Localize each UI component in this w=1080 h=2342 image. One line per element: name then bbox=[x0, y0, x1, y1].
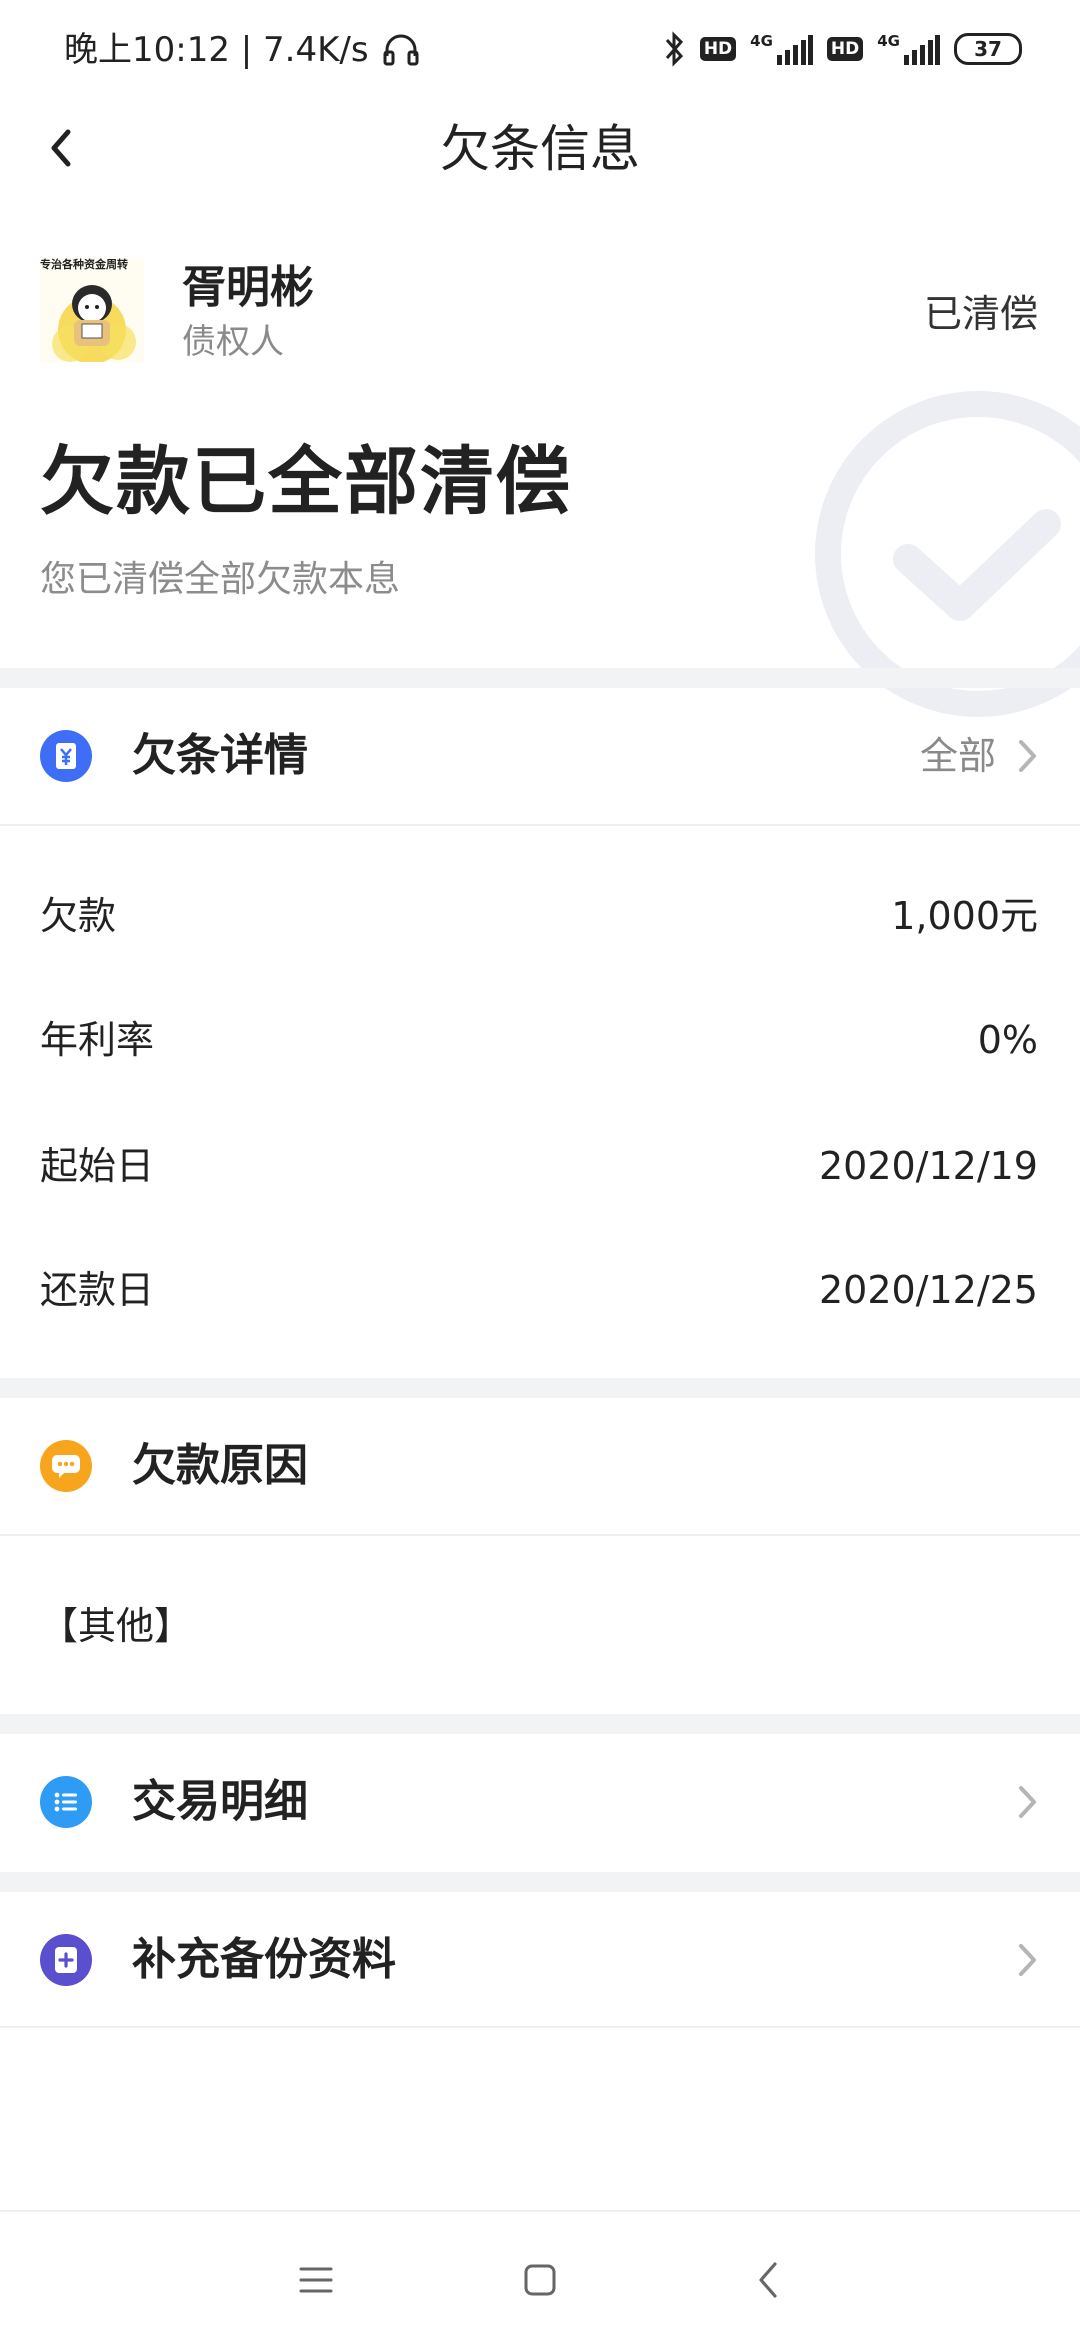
detail-row-label: 欠款 bbox=[40, 894, 117, 938]
hd-badge: HD bbox=[826, 37, 864, 61]
chevron-left-icon bbox=[759, 2262, 777, 2298]
chat-bubble-icon bbox=[40, 1440, 92, 1492]
detail-row-value: 2020/12/25 bbox=[818, 1268, 1038, 1312]
detail-row-value: 0% bbox=[977, 1018, 1038, 1062]
details-header[interactable]: 欠条详情 全部 bbox=[0, 690, 1080, 822]
divider bbox=[0, 1534, 1080, 1536]
creditor-name: 胥明彬 bbox=[182, 262, 314, 313]
transactions-title: 交易明细 bbox=[132, 1776, 308, 1827]
hd-badge: HD bbox=[699, 37, 737, 61]
settled-title: 欠款已全部清偿 bbox=[40, 439, 572, 525]
chevron-right-icon bbox=[1019, 1786, 1036, 1818]
detail-row-label: 年利率 bbox=[40, 1018, 155, 1062]
menu-button[interactable] bbox=[286, 2250, 346, 2310]
settled-subtitle: 您已清偿全部欠款本息 bbox=[40, 559, 401, 600]
avatar-caption: 专治各种资金周转 bbox=[40, 258, 128, 271]
signal-icon: 4G bbox=[877, 31, 940, 65]
chevron-right-icon bbox=[1019, 1944, 1036, 1976]
section-gap bbox=[0, 1714, 1080, 1734]
section-gap bbox=[0, 668, 1080, 688]
transactions-row[interactable]: 交易明细 bbox=[0, 1736, 1080, 1868]
system-back-button[interactable] bbox=[738, 2250, 798, 2310]
detail-row-label: 起始日 bbox=[40, 1144, 155, 1188]
bluetooth-icon bbox=[665, 31, 683, 67]
chevron-right-icon bbox=[1019, 740, 1036, 772]
avatar[interactable]: 专治各种资金周转 bbox=[40, 258, 144, 362]
reason-title: 欠款原因 bbox=[132, 1440, 308, 1491]
status-indicators: HD 4G HD 4G 37 bbox=[664, 26, 1022, 72]
status-badge: 已清偿 bbox=[923, 292, 1038, 336]
backup-row[interactable]: 补充备份资料 bbox=[0, 1894, 1080, 2026]
detail-row-value: 1,000元 bbox=[891, 894, 1038, 938]
divider bbox=[0, 2026, 1080, 2028]
creditor-role: 债权人 bbox=[182, 322, 284, 362]
headset-icon bbox=[383, 34, 419, 66]
receipt-yuan-icon bbox=[40, 730, 92, 782]
status-time: 晚上10:12 | 7.4K/s bbox=[64, 28, 419, 72]
network-type: 4G bbox=[750, 31, 773, 50]
signal-icon: 4G bbox=[750, 31, 813, 65]
system-nav-bar bbox=[0, 2210, 1080, 2342]
battery-indicator: 37 bbox=[954, 33, 1022, 65]
home-button[interactable] bbox=[510, 2250, 570, 2310]
backup-title: 补充备份资料 bbox=[132, 1934, 396, 1985]
reason-header: 欠款原因 bbox=[0, 1400, 1080, 1532]
divider bbox=[0, 824, 1080, 826]
page-title: 欠条信息 bbox=[440, 120, 640, 178]
detail-row-value: 2020/12/19 bbox=[818, 1144, 1038, 1188]
menu-icon bbox=[299, 2267, 333, 2293]
network-type: 4G bbox=[877, 31, 900, 50]
reason-text: 【其他】 bbox=[40, 1604, 193, 1648]
details-all-link[interactable]: 全部 bbox=[920, 724, 996, 788]
details-title: 欠条详情 bbox=[132, 730, 308, 781]
home-square-icon bbox=[524, 2264, 556, 2296]
add-file-icon bbox=[40, 1934, 92, 1986]
list-icon bbox=[40, 1776, 92, 1828]
section-gap bbox=[0, 1872, 1080, 1892]
detail-row-label: 还款日 bbox=[40, 1268, 155, 1312]
section-gap bbox=[0, 1378, 1080, 1398]
